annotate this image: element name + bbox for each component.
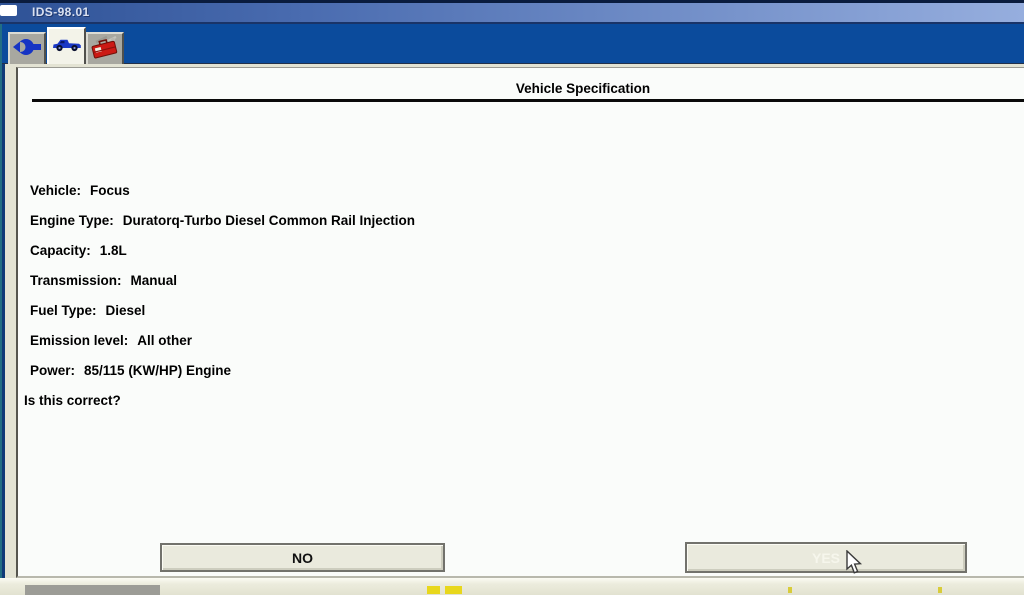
yes-button[interactable]: YES	[685, 542, 967, 573]
bottom-strip-yellow-tick	[938, 587, 942, 593]
bottom-strip-yellow-tick	[788, 587, 792, 593]
spec-row: Emission level: All other	[30, 326, 415, 356]
spec-value: Focus	[90, 183, 130, 198]
toolbox-icon	[89, 34, 121, 65]
spec-row: Vehicle: Focus	[30, 176, 415, 206]
tab-bar	[0, 24, 1024, 64]
tab-toolbox[interactable]	[86, 32, 124, 64]
tab-vehicle[interactable]	[47, 27, 86, 64]
spec-row: Fuel Type: Diesel	[30, 296, 415, 326]
title-bar: IDS-98.01	[0, 3, 1024, 22]
page-title: Vehicle Specification	[124, 81, 1024, 96]
vehicle-icon	[51, 34, 83, 59]
spec-label: Vehicle:	[30, 183, 81, 198]
bottom-strip-gray-fragment	[25, 585, 160, 595]
window-icon	[0, 5, 17, 16]
spec-label: Fuel Type:	[30, 303, 97, 318]
content-panel: Vehicle Specification Vehicle: Focus Engi…	[16, 67, 1024, 578]
ids-logo-icon	[12, 36, 42, 63]
spec-value: All other	[137, 333, 192, 348]
confirm-question: Is this correct?	[24, 386, 121, 416]
spec-value: Manual	[131, 273, 178, 288]
spec-value: 85/115 (KW/HP) Engine	[84, 363, 231, 378]
bottom-strip-yellow-mark	[427, 586, 440, 594]
spec-row: Power: 85/115 (KW/HP) Engine	[30, 356, 415, 386]
header-divider	[32, 99, 1024, 102]
no-button[interactable]: NO	[160, 543, 445, 572]
spec-value: Diesel	[106, 303, 146, 318]
bottom-strip	[0, 578, 1024, 595]
ids-window: IDS-98.01	[0, 0, 1024, 595]
window-title: IDS-98.01	[32, 5, 90, 19]
spec-list: Vehicle: Focus Engine Type: Duratorq-Turbo…	[30, 176, 415, 386]
window-left-inner-edge	[2, 64, 5, 580]
spec-value: Duratorq-Turbo Diesel Common Rail Inject…	[123, 213, 415, 228]
spec-row: Transmission: Manual	[30, 266, 415, 296]
bottom-strip-yellow-mark	[445, 586, 462, 594]
spec-label: Engine Type:	[30, 213, 114, 228]
spec-label: Power:	[30, 363, 75, 378]
tab-home[interactable]	[8, 32, 46, 64]
spec-label: Capacity:	[30, 243, 91, 258]
spec-label: Emission level:	[30, 333, 128, 348]
spec-value: 1.8L	[100, 243, 127, 258]
spec-label: Transmission:	[30, 273, 122, 288]
spec-row: Capacity: 1.8L	[30, 236, 415, 266]
spec-row: Engine Type: Duratorq-Turbo Diesel Common…	[30, 206, 415, 236]
